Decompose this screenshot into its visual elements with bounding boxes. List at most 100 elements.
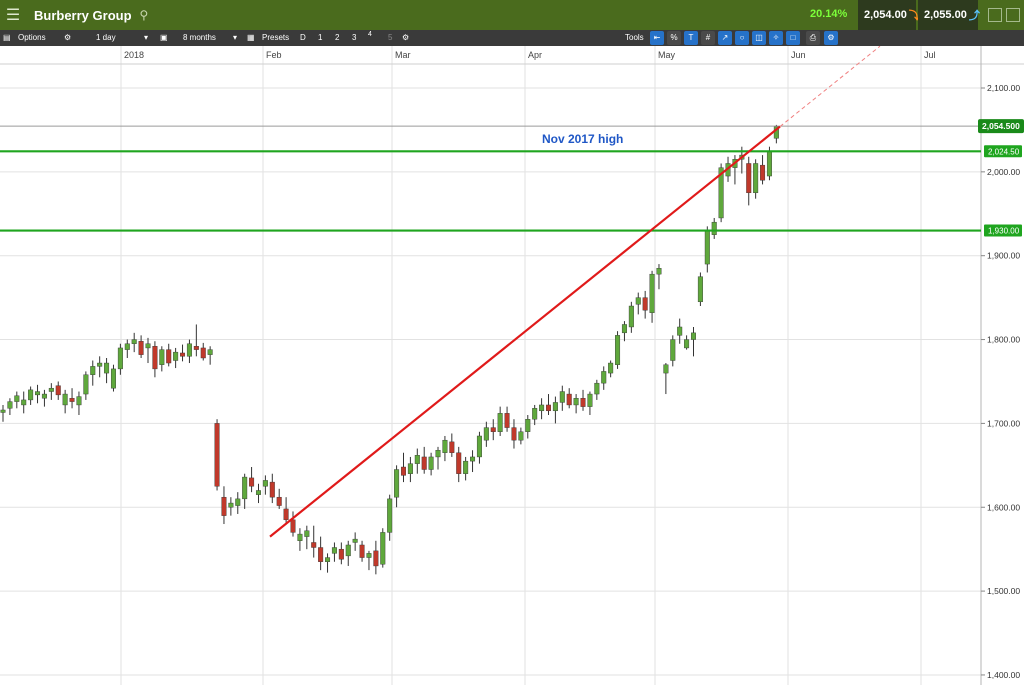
layers-icon[interactable]: ◫ [752,31,766,45]
buy-price-button[interactable]: 2,055.00 ⤴ [918,0,980,30]
candle-body [311,542,317,548]
candle-body [504,413,510,428]
sell-price-button[interactable]: 2,054.00 ⤵ [858,0,920,30]
candle-body [345,544,351,557]
chevron-down-icon: ▾ [144,33,149,42]
y-tick-label: 1,800.00 [987,335,1020,345]
menu-icon[interactable]: ☰ [0,0,26,30]
candle-body [649,273,655,313]
candle-body [421,456,427,470]
candle-body [359,544,365,558]
candle-body [366,553,372,558]
x-tick-label: Feb [266,50,282,60]
options-button[interactable]: Options [18,30,46,46]
candle-body [228,502,234,508]
title-bar: ☰ Burberry Group ⚲ 20.14% 2,054.00 ⤵ 2,05… [0,0,1024,30]
candle-body [594,382,600,395]
candle-body [476,435,482,458]
y-tick-label: 2,100.00 [987,83,1020,93]
gridlines [0,46,981,685]
candle-body [711,221,717,235]
candle-body [394,469,400,498]
candle-body [325,557,331,562]
candle-body [559,391,565,403]
range-select[interactable]: 8 months [183,30,216,46]
preset-button[interactable]: 2 [335,30,339,46]
candle-body [193,346,199,350]
x-tick-label: Mar [395,50,411,60]
candle-body [483,427,489,441]
indicator-icon[interactable]: ✧ [769,31,783,45]
candle-body [269,481,275,498]
candle-body [152,346,158,370]
x-tick-label: Jun [791,50,806,60]
calendar-icon[interactable]: ▦ [247,30,255,46]
text-icon[interactable]: T [684,31,698,45]
presets-label: Presets [262,33,290,42]
lock-icon[interactable]: ▣ [160,30,168,46]
candle-body [442,439,448,453]
options-icon[interactable]: ▤ [3,30,11,46]
candle-body [525,419,531,432]
candle-body [166,349,172,364]
candle-body [490,427,496,432]
candle-body [511,427,517,441]
candle-body [221,496,227,516]
price-chart[interactable]: 2018 Feb Mar Apr May Jun Jul 2,100.00 2,000.00 1… [0,46,1024,685]
change-percent: 20.14% [810,8,848,20]
preset-button[interactable]: 5 [388,30,392,46]
close-icon[interactable] [1006,8,1020,22]
chart-toolbar: ▤ Options ⚙ 1 day ▾ ▣ 8 months ▾ ▦ Prese… [0,30,1024,46]
candle-body [338,548,344,560]
candle-body [642,297,648,311]
candle-body [670,339,676,361]
draw-tool-icon[interactable]: ↗ [718,31,732,45]
candle-body [124,343,130,350]
candle-body [746,163,752,194]
search-icon[interactable]: ⚲ [140,8,149,22]
candle-body [276,496,282,506]
candle-body [552,402,558,412]
gear-icon[interactable]: ⚙ [402,30,409,46]
candle-body [62,393,68,406]
preset-button[interactable]: 3 [352,30,356,46]
interval-select[interactable]: 1 day [96,30,116,46]
preset-button[interactable]: 1 [318,30,322,46]
print-icon[interactable]: ⎙ [806,31,820,45]
candle-body [297,533,303,541]
pin-icon[interactable]: ○ [735,31,749,45]
candle-body [545,404,551,412]
candle-body [262,480,268,487]
candle-body [539,404,545,412]
candle-body [55,385,61,396]
percent-icon[interactable]: % [667,31,681,45]
candle-body [615,335,621,365]
candle-body [407,463,413,474]
candle-body [414,455,420,464]
candle-body [628,305,634,328]
candle-body [697,276,703,303]
x-axis: 2018 Feb Mar Apr May Jun Jul [124,50,936,60]
candle-body [145,343,151,349]
candle-body [463,460,469,474]
candle-body [304,530,310,537]
gear-icon[interactable]: ⚙ [64,30,71,46]
comment-icon[interactable]: □ [786,31,800,45]
candle-body [380,532,386,565]
annotation-label: Nov 2017 high [542,132,623,146]
candle-body [621,324,627,334]
preset-button[interactable]: D [300,30,306,46]
arrow-left-icon[interactable]: ⇤ [650,31,664,45]
annotations: Nov 2017 high 2,024.50 1,930.00 2,054.500 [0,46,1024,538]
candle-body [242,476,248,500]
settings-icon[interactable]: ⚙ [824,31,838,45]
grid-icon[interactable]: # [701,31,715,45]
maximize-icon[interactable] [988,8,1002,22]
preset-button[interactable]: 4 [368,27,372,43]
candle-body [90,366,96,375]
candle-body [566,393,572,406]
candle-body [532,408,538,420]
candle-body [110,368,116,389]
candle-body [35,391,41,396]
y-tick-label: 1,600.00 [987,502,1020,512]
